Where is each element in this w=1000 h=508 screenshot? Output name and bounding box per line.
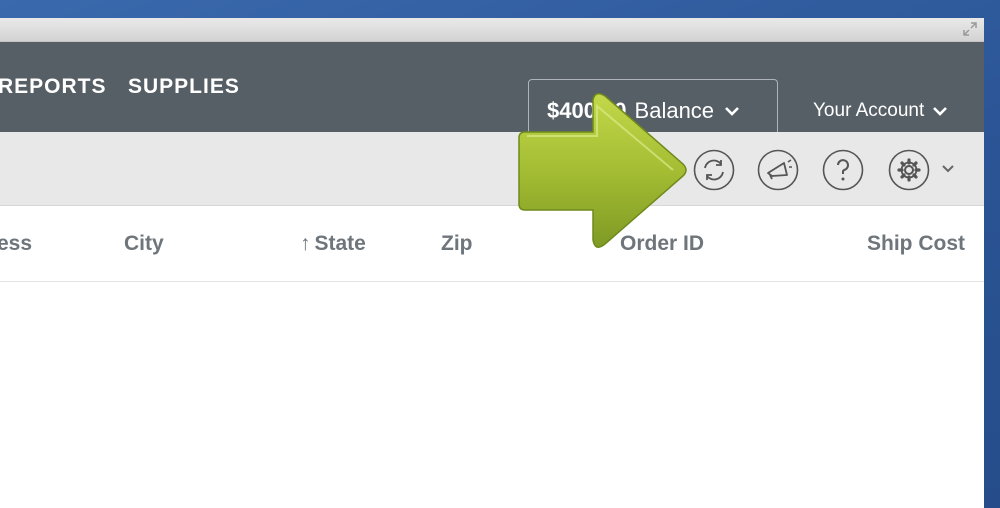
top-navbar: REPORTS SUPPLIES $400.00 Balance Your Ac…: [0, 42, 984, 143]
app-window: REPORTS SUPPLIES $400.00 Balance Your Ac…: [0, 18, 984, 508]
column-state-label: State: [314, 232, 366, 255]
column-state[interactable]: ↑ State: [300, 232, 366, 256]
column-zip[interactable]: Zip: [441, 232, 473, 256]
account-menu[interactable]: Your Account: [813, 100, 948, 122]
settings-icon[interactable]: [888, 149, 930, 191]
column-city[interactable]: City: [124, 232, 164, 256]
window-titlebar: [0, 18, 984, 42]
help-icon[interactable]: [822, 149, 864, 191]
account-label: Your Account: [813, 100, 925, 121]
chevron-down-icon: [725, 107, 739, 116]
nav-supplies[interactable]: SUPPLIES: [128, 75, 240, 99]
toolbar: [0, 132, 984, 206]
chevron-down-icon[interactable]: [940, 160, 956, 176]
nav-reports[interactable]: REPORTS: [0, 75, 107, 99]
resize-icon[interactable]: [962, 21, 978, 37]
megaphone-icon[interactable]: [757, 149, 799, 191]
column-address[interactable]: ess: [0, 232, 32, 256]
column-ship-cost[interactable]: Ship Cost: [867, 232, 965, 256]
chevron-down-icon: [933, 107, 948, 116]
table-header: ess City ↑ State Zip Order ID Ship Cost: [0, 206, 984, 282]
refresh-icon[interactable]: [693, 149, 735, 191]
sort-arrow-icon: ↑: [300, 232, 311, 255]
pointer-arrow-icon: [518, 93, 687, 248]
table-body: [0, 283, 984, 508]
